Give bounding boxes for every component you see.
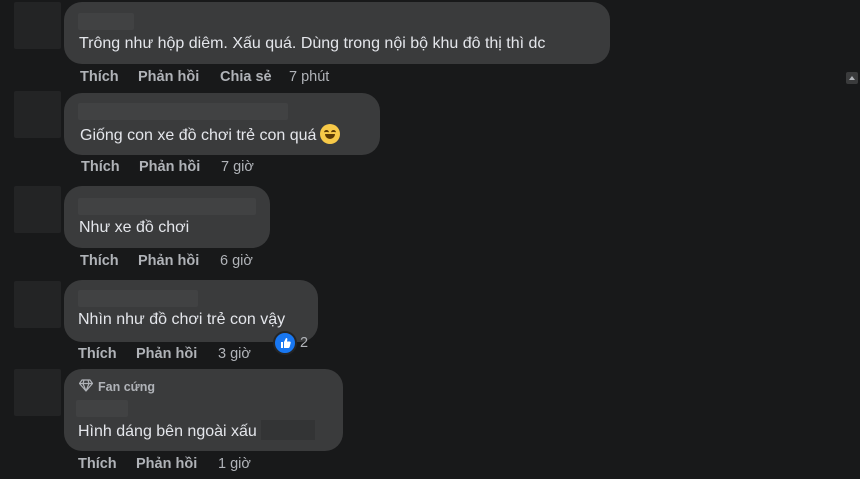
comment-text: Trông như hộp diêm. Xấu quá. Dùng trong … xyxy=(79,35,546,52)
comment-timestamp[interactable]: 7 phút xyxy=(289,69,329,85)
grinning-face-emoji-icon xyxy=(320,124,341,144)
avatar[interactable] xyxy=(14,2,61,49)
reaction-count[interactable]: 2 xyxy=(300,335,308,351)
like-button[interactable]: Thích xyxy=(80,69,119,85)
comment-timestamp[interactable]: 3 giờ xyxy=(218,346,251,362)
reply-button[interactable]: Phản hồi xyxy=(138,253,199,269)
reply-button[interactable]: Phản hồi xyxy=(136,456,197,472)
comment-text: Nhìn như đồ chơi trẻ con vậy xyxy=(78,311,286,328)
comment-timestamp[interactable]: 1 giờ xyxy=(218,456,251,472)
commenter-name-redacted[interactable] xyxy=(78,290,198,307)
like-reaction-icon[interactable] xyxy=(273,331,297,355)
like-button[interactable]: Thích xyxy=(81,159,120,175)
comment-text: Hình dáng bên ngoài xấu xyxy=(78,420,315,441)
reply-button[interactable]: Phản hồi xyxy=(136,346,197,362)
scroll-up-arrow[interactable] xyxy=(846,72,858,84)
avatar[interactable] xyxy=(14,186,61,233)
redacted-text xyxy=(260,420,315,440)
comment-timestamp[interactable]: 6 giờ xyxy=(220,253,253,269)
commenter-name-redacted[interactable] xyxy=(76,400,128,417)
comment-timestamp[interactable]: 7 giờ xyxy=(221,159,254,175)
comment-bubble: Fan cứng Hình dáng bên ngoài xấu xyxy=(64,369,343,451)
avatar[interactable] xyxy=(14,91,61,138)
reply-button[interactable]: Phản hồi xyxy=(138,69,199,85)
comment-text-content: Giống con xe đồ chơi trẻ con quá xyxy=(80,127,317,144)
comment-bubble: Giống con xe đồ chơi trẻ con quá xyxy=(64,93,380,155)
commenter-name-redacted[interactable] xyxy=(78,198,256,215)
like-button[interactable]: Thích xyxy=(80,253,119,269)
comment-bubble: Trông như hộp diêm. Xấu quá. Dùng trong … xyxy=(64,2,610,64)
reply-button[interactable]: Phản hồi xyxy=(139,159,200,175)
diamond-badge-icon xyxy=(79,379,93,392)
commenter-name-redacted[interactable] xyxy=(78,103,288,120)
like-button[interactable]: Thích xyxy=(78,456,117,472)
avatar[interactable] xyxy=(14,281,61,328)
share-button[interactable]: Chia sẻ xyxy=(220,69,272,85)
like-button[interactable]: Thích xyxy=(78,346,117,362)
fan-badge-label: Fan cứng xyxy=(98,380,155,394)
comment-text: Như xe đồ chơi xyxy=(79,219,190,236)
comment-text-content: Hình dáng bên ngoài xấu xyxy=(78,423,257,440)
comment-bubble: Như xe đồ chơi xyxy=(64,186,270,248)
comment-text: Giống con xe đồ chơi trẻ con quá xyxy=(80,124,341,145)
commenter-name-redacted[interactable] xyxy=(78,13,134,30)
avatar[interactable] xyxy=(14,369,61,416)
